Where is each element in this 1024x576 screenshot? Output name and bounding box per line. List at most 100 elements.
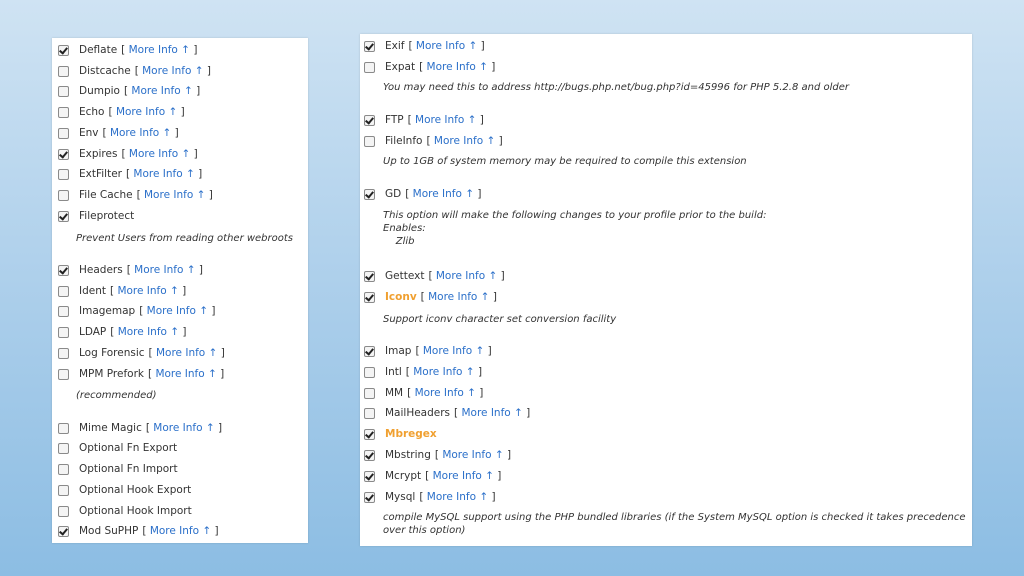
checkbox-file-cache[interactable] [58, 189, 69, 201]
option-label-optional-hook-export[interactable]: Optional Hook Export [79, 484, 191, 496]
checkbox-deflate[interactable] [58, 44, 69, 56]
checkbox-env[interactable] [58, 127, 69, 139]
more-info-link-mysql[interactable]: More Info ↑ [427, 491, 488, 503]
checkbox-mime-magic[interactable] [58, 422, 69, 434]
more-info-link-file-cache[interactable]: More Info ↑ [144, 189, 205, 201]
checkbox-imagemap[interactable] [58, 305, 69, 317]
option-label-expat[interactable]: Expat [385, 61, 415, 73]
option-label-ftp[interactable]: FTP [385, 114, 404, 126]
checkbox-mpm-prefork[interactable] [58, 368, 69, 380]
checkbox-ftp[interactable] [364, 114, 375, 126]
option-label-optional-fn-import[interactable]: Optional Fn Import [79, 463, 178, 475]
checkbox-mysql[interactable] [364, 491, 375, 503]
checkbox-exif[interactable] [364, 40, 375, 52]
checkbox-log-forensic[interactable] [58, 347, 69, 359]
more-info-link-mailheaders[interactable]: More Info ↑ [461, 407, 522, 419]
checkbox-fileinfo[interactable] [364, 135, 375, 147]
checkbox-intl[interactable] [364, 366, 375, 378]
more-info-link-imap[interactable]: More Info ↑ [423, 345, 484, 357]
more-info-link-exif[interactable]: More Info ↑ [416, 40, 477, 52]
checkbox-expires[interactable] [58, 148, 69, 160]
option-label-echo[interactable]: Echo [79, 106, 105, 118]
checkbox-mailheaders[interactable] [364, 407, 375, 419]
more-info-link-extfilter[interactable]: More Info ↑ [133, 168, 194, 180]
checkbox-imap[interactable] [364, 345, 375, 357]
checkbox-gd[interactable] [364, 188, 375, 200]
more-info-link-ftp[interactable]: More Info ↑ [415, 114, 476, 126]
more-info-link-ldap[interactable]: More Info ↑ [118, 326, 179, 338]
option-label-optional-fn-export[interactable]: Optional Fn Export [79, 442, 177, 454]
option-label-mod-suphp[interactable]: Mod SuPHP [79, 525, 138, 537]
more-info-link-mime-magic[interactable]: More Info ↑ [153, 422, 214, 434]
more-info-link-log-forensic[interactable]: More Info ↑ [156, 347, 217, 359]
more-info-link-intl[interactable]: More Info ↑ [413, 366, 474, 378]
more-info-link-deflate[interactable]: More Info ↑ [129, 44, 190, 56]
option-label-ldap[interactable]: LDAP [79, 326, 106, 338]
option-label-log-forensic[interactable]: Log Forensic [79, 347, 145, 359]
checkbox-headers[interactable] [58, 264, 69, 276]
more-info-link-echo[interactable]: More Info ↑ [116, 106, 177, 118]
more-info-link-fileinfo[interactable]: More Info ↑ [434, 135, 495, 147]
checkbox-echo[interactable] [58, 106, 69, 118]
option-label-mm[interactable]: MM [385, 387, 403, 399]
option-label-mbregex[interactable]: Mbregex [385, 428, 437, 440]
checkbox-expat[interactable] [364, 61, 375, 73]
checkbox-distcache[interactable] [58, 65, 69, 77]
checkbox-fileprotect[interactable] [58, 210, 69, 222]
option-label-imagemap[interactable]: Imagemap [79, 305, 135, 317]
more-info-link-dumpio[interactable]: More Info ↑ [131, 85, 192, 97]
more-info-link-mpm-prefork[interactable]: More Info ↑ [155, 368, 216, 380]
option-label-intl[interactable]: Intl [385, 366, 402, 378]
option-label-distcache[interactable]: Distcache [79, 65, 131, 77]
option-label-file-cache[interactable]: File Cache [79, 189, 133, 201]
more-info-link-mcrypt[interactable]: More Info ↑ [433, 470, 494, 482]
option-label-mbstring[interactable]: Mbstring [385, 449, 431, 461]
more-info-link-env[interactable]: More Info ↑ [110, 127, 171, 139]
more-info-link-mm[interactable]: More Info ↑ [415, 387, 476, 399]
more-info-link-headers[interactable]: More Info ↑ [134, 264, 195, 276]
more-info-link-distcache[interactable]: More Info ↑ [142, 65, 203, 77]
more-info-link-iconv[interactable]: More Info ↑ [428, 291, 489, 303]
option-label-fileprotect[interactable]: Fileprotect [79, 210, 134, 222]
option-label-mime-magic[interactable]: Mime Magic [79, 422, 142, 434]
checkbox-ldap[interactable] [58, 326, 69, 338]
checkbox-ident[interactable] [58, 285, 69, 297]
checkbox-iconv[interactable] [364, 291, 375, 303]
checkbox-mbregex[interactable] [364, 428, 375, 440]
checkbox-dumpio[interactable] [58, 85, 69, 97]
more-info-link-expires[interactable]: More Info ↑ [129, 148, 190, 160]
option-label-gd[interactable]: GD [385, 188, 401, 200]
checkbox-mod-suphp[interactable] [58, 525, 69, 537]
checkbox-optional-hook-import[interactable] [58, 505, 69, 517]
option-label-dumpio[interactable]: Dumpio [79, 85, 120, 97]
more-info-link-mod-suphp[interactable]: More Info ↑ [150, 525, 211, 537]
checkbox-optional-fn-export[interactable] [58, 442, 69, 454]
checkbox-optional-hook-export[interactable] [58, 484, 69, 496]
option-label-mysql[interactable]: Mysql [385, 491, 415, 503]
option-label-optional-hook-import[interactable]: Optional Hook Import [79, 505, 192, 517]
checkbox-mcrypt[interactable] [364, 470, 375, 482]
option-label-gettext[interactable]: Gettext [385, 270, 424, 282]
checkbox-extfilter[interactable] [58, 168, 69, 180]
option-label-imap[interactable]: Imap [385, 345, 411, 357]
option-label-extfilter[interactable]: ExtFilter [79, 168, 122, 180]
option-label-fileinfo[interactable]: FileInfo [385, 135, 422, 147]
more-info-link-imagemap[interactable]: More Info ↑ [147, 305, 208, 317]
option-label-ident[interactable]: Ident [79, 285, 106, 297]
option-label-iconv[interactable]: Iconv [385, 291, 417, 303]
option-label-exif[interactable]: Exif [385, 40, 404, 52]
option-label-mailheaders[interactable]: MailHeaders [385, 407, 450, 419]
option-label-headers[interactable]: Headers [79, 264, 123, 276]
more-info-link-ident[interactable]: More Info ↑ [117, 285, 178, 297]
more-info-link-gd[interactable]: More Info ↑ [413, 188, 474, 200]
option-label-expires[interactable]: Expires [79, 148, 117, 160]
more-info-link-expat[interactable]: More Info ↑ [427, 61, 488, 73]
checkbox-mm[interactable] [364, 387, 375, 399]
option-label-deflate[interactable]: Deflate [79, 44, 117, 56]
more-info-link-mbstring[interactable]: More Info ↑ [442, 449, 503, 461]
checkbox-gettext[interactable] [364, 270, 375, 282]
option-label-mcrypt[interactable]: Mcrypt [385, 470, 421, 482]
option-label-env[interactable]: Env [79, 127, 99, 139]
checkbox-mbstring[interactable] [364, 449, 375, 461]
option-label-mpm-prefork[interactable]: MPM Prefork [79, 368, 144, 380]
